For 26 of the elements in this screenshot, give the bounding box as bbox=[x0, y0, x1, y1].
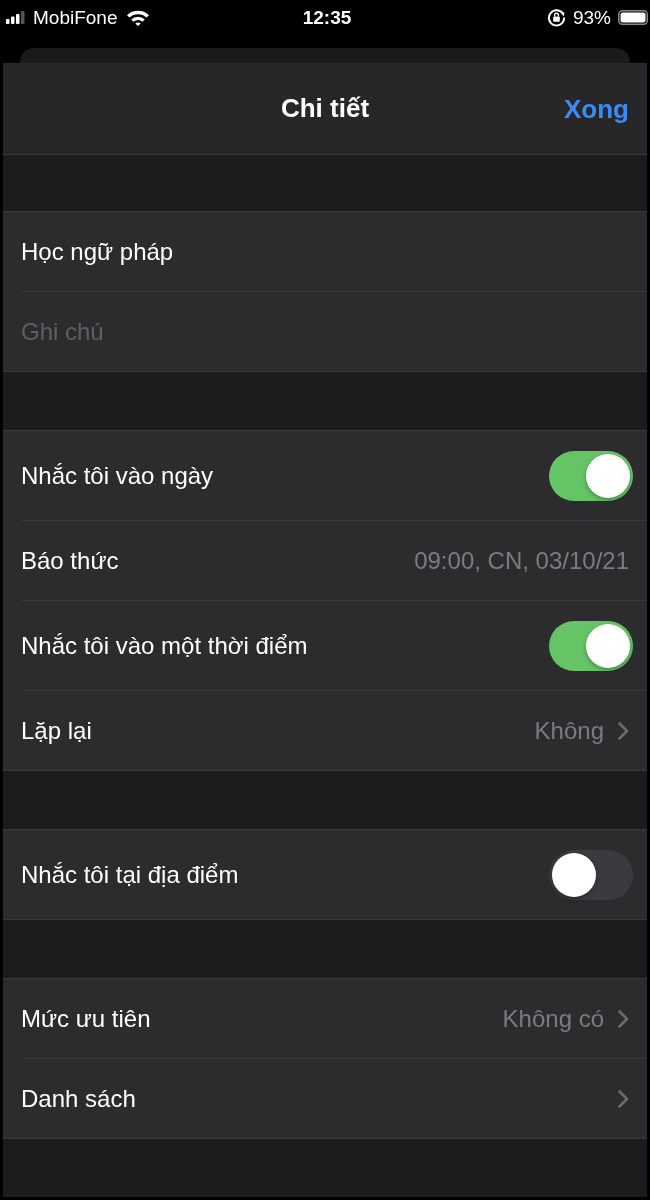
row-label: Lặp lại bbox=[21, 716, 92, 745]
screen-title: Chi tiết bbox=[280, 93, 370, 124]
row-label: Nhắc tôi tại địa điểm bbox=[21, 860, 239, 889]
chevron-icon[interactable] bbox=[618, 721, 629, 740]
row-value: Không bbox=[534, 716, 604, 745]
rotation-lock-icon bbox=[546, 8, 566, 27]
wifi-icon bbox=[125, 9, 150, 26]
row-label: Danh sách bbox=[21, 1084, 136, 1113]
chevron-icon[interactable] bbox=[618, 1089, 629, 1108]
signal-icon bbox=[6, 11, 25, 24]
done-button[interactable]: Xong bbox=[564, 89, 629, 128]
battery-percent: 93% bbox=[572, 6, 611, 29]
chevron-icon[interactable] bbox=[618, 1009, 629, 1028]
row-label: Báo thức bbox=[21, 546, 119, 575]
row-label: Nhắc tôi vào ngày bbox=[21, 461, 214, 490]
row-value: Không có bbox=[502, 1004, 604, 1033]
toggle-switch[interactable] bbox=[549, 849, 633, 900]
text-field[interactable]: Học ngữ pháp bbox=[21, 231, 629, 272]
row-value: 09:00, CN, 03/10/21 bbox=[414, 546, 629, 575]
toggle-switch[interactable] bbox=[549, 620, 633, 671]
battery-icon bbox=[618, 10, 648, 25]
clock-time: 12:35 bbox=[302, 6, 352, 29]
carrier-name: MobiFone bbox=[33, 6, 118, 29]
row-label: Mức ưu tiên bbox=[21, 1004, 151, 1033]
row-label: Nhắc tôi vào một thời điểm bbox=[21, 631, 308, 660]
toggle-switch[interactable] bbox=[549, 450, 633, 501]
